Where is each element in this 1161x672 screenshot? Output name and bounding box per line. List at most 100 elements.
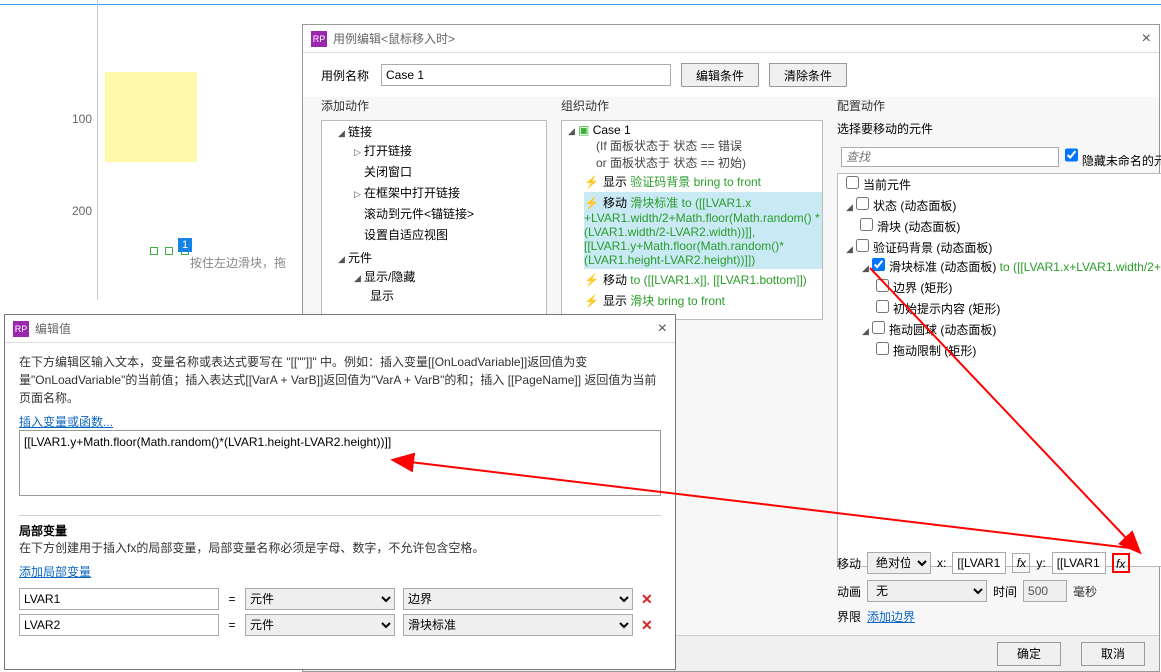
tree-open-in-frame[interactable]: 在框架中打开链接 [364, 186, 460, 200]
tree-adaptive[interactable]: 设置自适应视图 [364, 228, 448, 242]
organize-action-heading: 组织动作 [561, 97, 823, 120]
widget-check[interactable] [872, 258, 885, 271]
widget-standard-expr: to ([[LVAR1.x+LVAR1.width/2+Mat [996, 260, 1161, 274]
delete-lvar-icon[interactable]: ✕ [641, 591, 653, 608]
widget-limit[interactable]: 拖动限制 (矩形) [893, 344, 976, 358]
organize-action-tree[interactable]: ▣ Case 1 (If 面板状态于 状态 == 错误 or 面板状态于 状态 … [562, 121, 822, 313]
widget-check[interactable] [856, 197, 869, 210]
case-node[interactable]: Case 1 [593, 123, 631, 137]
widget-ball[interactable]: 拖动圆球 (动态面板) [889, 323, 996, 337]
local-vars-list: = 元件 边界 ✕ = 元件 滑块标准 ✕ [19, 588, 661, 636]
bolt-icon: ⚡ [584, 273, 599, 287]
insert-var-link[interactable]: 插入变量或函数... [19, 415, 113, 429]
action-show-2-target[interactable]: 滑块 bring to front [630, 294, 725, 308]
resize-handle[interactable] [150, 247, 158, 255]
widget-slider[interactable]: 滑块 (动态面板) [877, 220, 960, 234]
tree-show[interactable]: 显示 [370, 289, 394, 303]
ruler-vertical: 100 200 [78, 0, 98, 300]
y-input[interactable] [1052, 552, 1106, 574]
tree-close-window[interactable]: 关闭窗口 [364, 165, 412, 179]
expression-input[interactable]: [[LVAR1.y+Math.floor(Math.random()*(LVAR… [19, 430, 661, 496]
lvar-target-select[interactable]: 边界 [403, 588, 633, 610]
widget-check[interactable] [876, 342, 889, 355]
edit-condition-button[interactable]: 编辑条件 [681, 63, 759, 87]
add-action-tree[interactable]: 链接 打开链接 关闭窗口 在框架中打开链接 滚动到元件<锚链接> 设置自适应视图… [322, 121, 546, 310]
tree-widget[interactable]: 元件 [348, 251, 372, 265]
dialog-titlebar[interactable]: RP 编辑值 × [5, 315, 675, 343]
time-input [1023, 580, 1067, 602]
widget-border[interactable]: 边界 (矩形) [893, 281, 952, 295]
delete-lvar-icon[interactable]: ✕ [641, 617, 653, 634]
ruler-200: 200 [72, 204, 92, 218]
widget-state[interactable]: 状态 (动态面板) [873, 199, 956, 213]
condition-text: or 面板状态于 状态 == 初始) [596, 154, 822, 171]
bolt-icon: ⚡ [584, 196, 599, 210]
lvar-target-select[interactable]: 滑块标准 [403, 614, 633, 636]
y-label: y: [1036, 556, 1045, 570]
action-show-2[interactable]: 显示 [603, 294, 630, 308]
lvar-type-select[interactable]: 元件 [245, 614, 395, 636]
move-mode-select[interactable]: 绝对位↓ [867, 552, 931, 574]
tree-show-hide[interactable]: 显示/隐藏 [364, 270, 415, 284]
close-icon[interactable]: × [1142, 25, 1151, 53]
widget-init-tip[interactable]: 初始提示内容 (矩形) [893, 302, 1000, 316]
hide-unnamed-checkbox[interactable] [1065, 145, 1078, 165]
close-icon[interactable]: × [658, 315, 667, 343]
widget-check[interactable] [876, 300, 889, 313]
rp-icon: RP [311, 31, 327, 47]
tree-link[interactable]: 链接 [348, 125, 372, 139]
rp-icon: RP [13, 321, 29, 337]
condition-text: (If 面板状态于 状态 == 错误 [596, 137, 822, 154]
local-var-row: = 元件 滑块标准 ✕ [19, 614, 661, 636]
widget-check[interactable] [876, 279, 889, 292]
edit-value-dialog: RP 编辑值 × 在下方编辑区输入文本，变量名称或表达式要写在 "[[""]]"… [4, 314, 676, 670]
cancel-button[interactable]: 取消 [1081, 642, 1145, 666]
anim-label: 动画 [837, 583, 861, 600]
bound-label: 界限 [837, 608, 861, 625]
lvar-name-input[interactable] [19, 588, 219, 610]
bolt-icon: ⚡ [584, 294, 599, 308]
case-name-input[interactable] [381, 64, 671, 86]
lvar-type-select[interactable]: 元件 [245, 588, 395, 610]
widget-check[interactable] [872, 321, 885, 334]
widget-bg[interactable]: 验证码背景 (动态面板) [873, 241, 992, 255]
case-name-row: 用例名称 编辑条件 清除条件 [303, 53, 1159, 97]
fx-y-button[interactable]: fx [1112, 553, 1130, 573]
bolt-icon: ⚡ [584, 175, 599, 189]
x-input[interactable] [952, 552, 1006, 574]
add-local-var-link[interactable]: 添加局部变量 [19, 565, 91, 579]
tree-open-link[interactable]: 打开链接 [364, 144, 412, 158]
ok-button[interactable]: 确定 [997, 642, 1061, 666]
lvar-name-input[interactable] [19, 614, 219, 636]
action-move[interactable]: 移动 [603, 196, 630, 210]
widget-check[interactable] [846, 176, 859, 189]
configure-action-heading: 配置动作 [837, 97, 1161, 120]
add-action-heading: 添加动作 [321, 97, 547, 120]
search-input[interactable] [841, 147, 1059, 167]
anim-mode-select[interactable]: 无 [867, 580, 987, 602]
widget-standard[interactable]: 滑块标准 (动态面板) [889, 260, 996, 274]
widget-current[interactable]: 当前元件 [863, 178, 911, 192]
dialog-titlebar[interactable]: RP 用例编辑<鼠标移入时> × [303, 25, 1159, 53]
tree-scroll-to[interactable]: 滚动到元件<锚链接> [364, 207, 474, 221]
fx-x-button[interactable]: fx [1012, 553, 1030, 573]
hide-unnamed-label[interactable]: 隐藏未命名的元件 [1065, 145, 1161, 169]
add-boundary-link[interactable]: 添加边界 [867, 608, 915, 625]
move-config-area: 移动 绝对位↓ x: fx y: fx 动画 无 时间 毫秒 界限 添加边界 [819, 546, 1159, 631]
widget-check[interactable] [860, 218, 873, 231]
widget-tree[interactable]: 当前元件 状态 (动态面板) 滑块 (动态面板) 验证码背景 (动态面板) 滑块… [838, 174, 1161, 363]
action-move-2-target[interactable]: to ([[LVAR1.x]], [[LVAR1.bottom]]) [630, 273, 807, 287]
instruction-text: 在下方编辑区输入文本，变量名称或表达式要写在 "[[""]]" 中。例如：插入变… [19, 353, 661, 407]
action-show[interactable]: 显示 [603, 175, 630, 189]
action-show-target[interactable]: 验证码背景 bring to front [630, 175, 761, 189]
resize-handle[interactable] [165, 247, 173, 255]
organize-action-panel: ▣ Case 1 (If 面板状态于 状态 == 错误 or 面板状态于 状态 … [561, 120, 823, 320]
configure-subtitle: 选择要移动的元件 [837, 120, 1161, 141]
slider-hint-text: 按住左边滑块，拖 [190, 254, 286, 271]
action-move-2[interactable]: 移动 [603, 273, 630, 287]
case-name-label: 用例名称 [321, 67, 369, 84]
canvas-yellow-rect [105, 72, 197, 162]
equals: = [227, 618, 237, 632]
clear-condition-button[interactable]: 清除条件 [769, 63, 847, 87]
widget-check[interactable] [856, 239, 869, 252]
